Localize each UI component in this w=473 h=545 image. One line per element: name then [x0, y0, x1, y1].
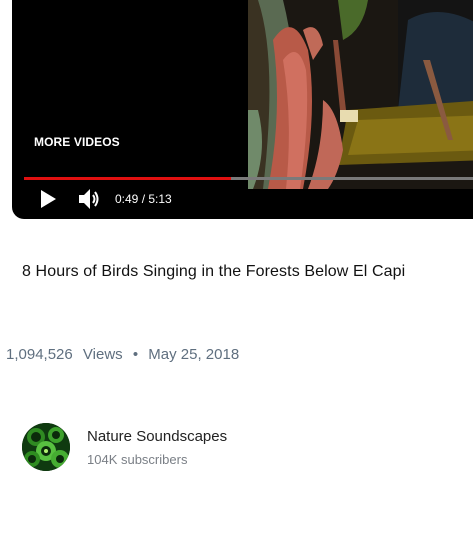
channel-avatar[interactable] — [22, 423, 70, 471]
play-icon — [41, 190, 56, 208]
publish-date: May 25, 2018 — [148, 346, 240, 363]
video-meta: 1,094,526 Views • May 25, 2018 — [6, 346, 245, 363]
view-count: 1,094,526 — [6, 346, 73, 363]
time-display: 0:49 / 5:13 — [115, 192, 172, 206]
progress-bar-fill — [24, 177, 231, 180]
meta-separator: • — [132, 346, 139, 363]
play-button[interactable] — [38, 188, 58, 210]
subscriber-count: 104K subscribers — [87, 452, 188, 467]
views-label: Views — [82, 346, 123, 363]
video-title: 8 Hours of Birds Singing in the Forests … — [22, 263, 406, 280]
video-frame[interactable] — [248, 0, 473, 189]
volume-icon — [79, 189, 99, 209]
channel-name[interactable]: Nature Soundscapes — [87, 428, 227, 445]
progress-bar[interactable] — [24, 177, 473, 180]
volume-button[interactable] — [78, 188, 102, 210]
video-player[interactable]: MORE VIDEOS 0:49 / 5:13 — [12, 0, 473, 219]
more-videos-label[interactable]: MORE VIDEOS — [34, 135, 120, 149]
